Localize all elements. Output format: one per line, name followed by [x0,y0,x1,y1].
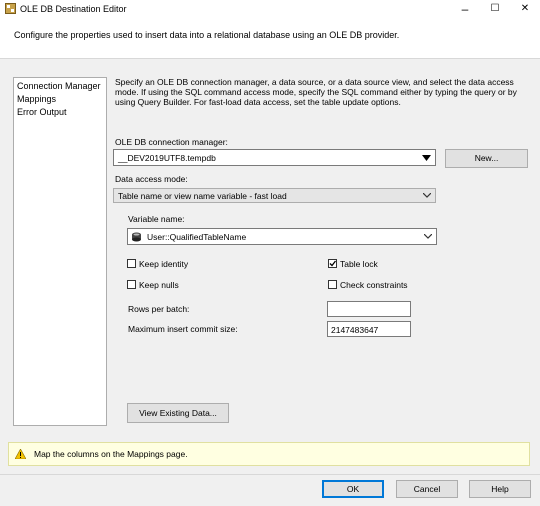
connection-manager-combo[interactable]: __DEV2019UTF8.tempdb [113,149,436,166]
sidebar-item-connection-manager[interactable]: Connection Manager [17,81,101,91]
sidebar-item-mappings[interactable]: Mappings [17,94,56,104]
ok-button[interactable]: OK [322,480,384,498]
chevron-down-icon [424,234,432,239]
data-access-mode-label: Data access mode: [115,174,188,184]
variable-icon [132,232,141,242]
message-text: Map the columns on the Mappings page. [34,449,188,459]
maximize-button[interactable]: ☐ [480,0,510,18]
help-button[interactable]: Help [469,480,531,498]
variable-name-select[interactable]: User::QualifiedTableName [127,228,437,245]
page-list: Connection Manager Mappings Error Output [13,77,107,426]
max-commit-size-input[interactable]: 2147483647 [327,321,411,337]
header-area: Configure the properties used to insert … [0,18,540,59]
cancel-button[interactable]: Cancel [396,480,458,498]
window-title: OLE DB Destination Editor [20,4,127,14]
variable-name-label: Variable name: [128,214,185,224]
connection-manager-label: OLE DB connection manager: [115,137,228,147]
page-description: Specify an OLE DB connection manager, a … [115,77,517,107]
data-access-mode-value: Table name or view name variable - fast … [118,191,287,201]
max-commit-size-value: 2147483647 [331,325,379,335]
keep-nulls-label: Keep nulls [139,280,179,290]
checkmark-icon [329,260,337,267]
new-connection-button[interactable]: New... [445,149,528,168]
max-commit-size-label: Maximum insert commit size: [128,324,238,334]
data-access-mode-select[interactable]: Table name or view name variable - fast … [113,188,436,203]
keep-identity-label: Keep identity [139,259,189,269]
table-lock-checkbox[interactable] [328,259,337,268]
check-constraints-checkbox[interactable] [328,280,337,289]
dropdown-arrow-icon [422,155,431,161]
sidebar-item-error-output[interactable]: Error Output [17,107,67,117]
footer-divider [0,474,540,475]
warning-icon [15,449,26,459]
close-button[interactable]: ✕ [510,0,540,18]
table-lock-label: Table lock [340,259,378,269]
view-existing-data-button[interactable]: View Existing Data... [127,403,229,423]
keep-nulls-checkbox[interactable] [127,280,136,289]
message-bar: Map the columns on the Mappings page. [8,442,530,466]
chevron-down-icon [423,193,431,198]
app-icon [5,3,16,14]
variable-name-value: User::QualifiedTableName [147,232,247,242]
rows-per-batch-input[interactable] [327,301,411,317]
connection-manager-value: __DEV2019UTF8.tempdb [118,153,216,163]
header-description: Configure the properties used to insert … [14,30,400,40]
keep-identity-checkbox[interactable] [127,259,136,268]
rows-per-batch-label: Rows per batch: [128,304,190,314]
minimize-button[interactable]: – [450,0,480,18]
check-constraints-label: Check constraints [340,280,408,290]
